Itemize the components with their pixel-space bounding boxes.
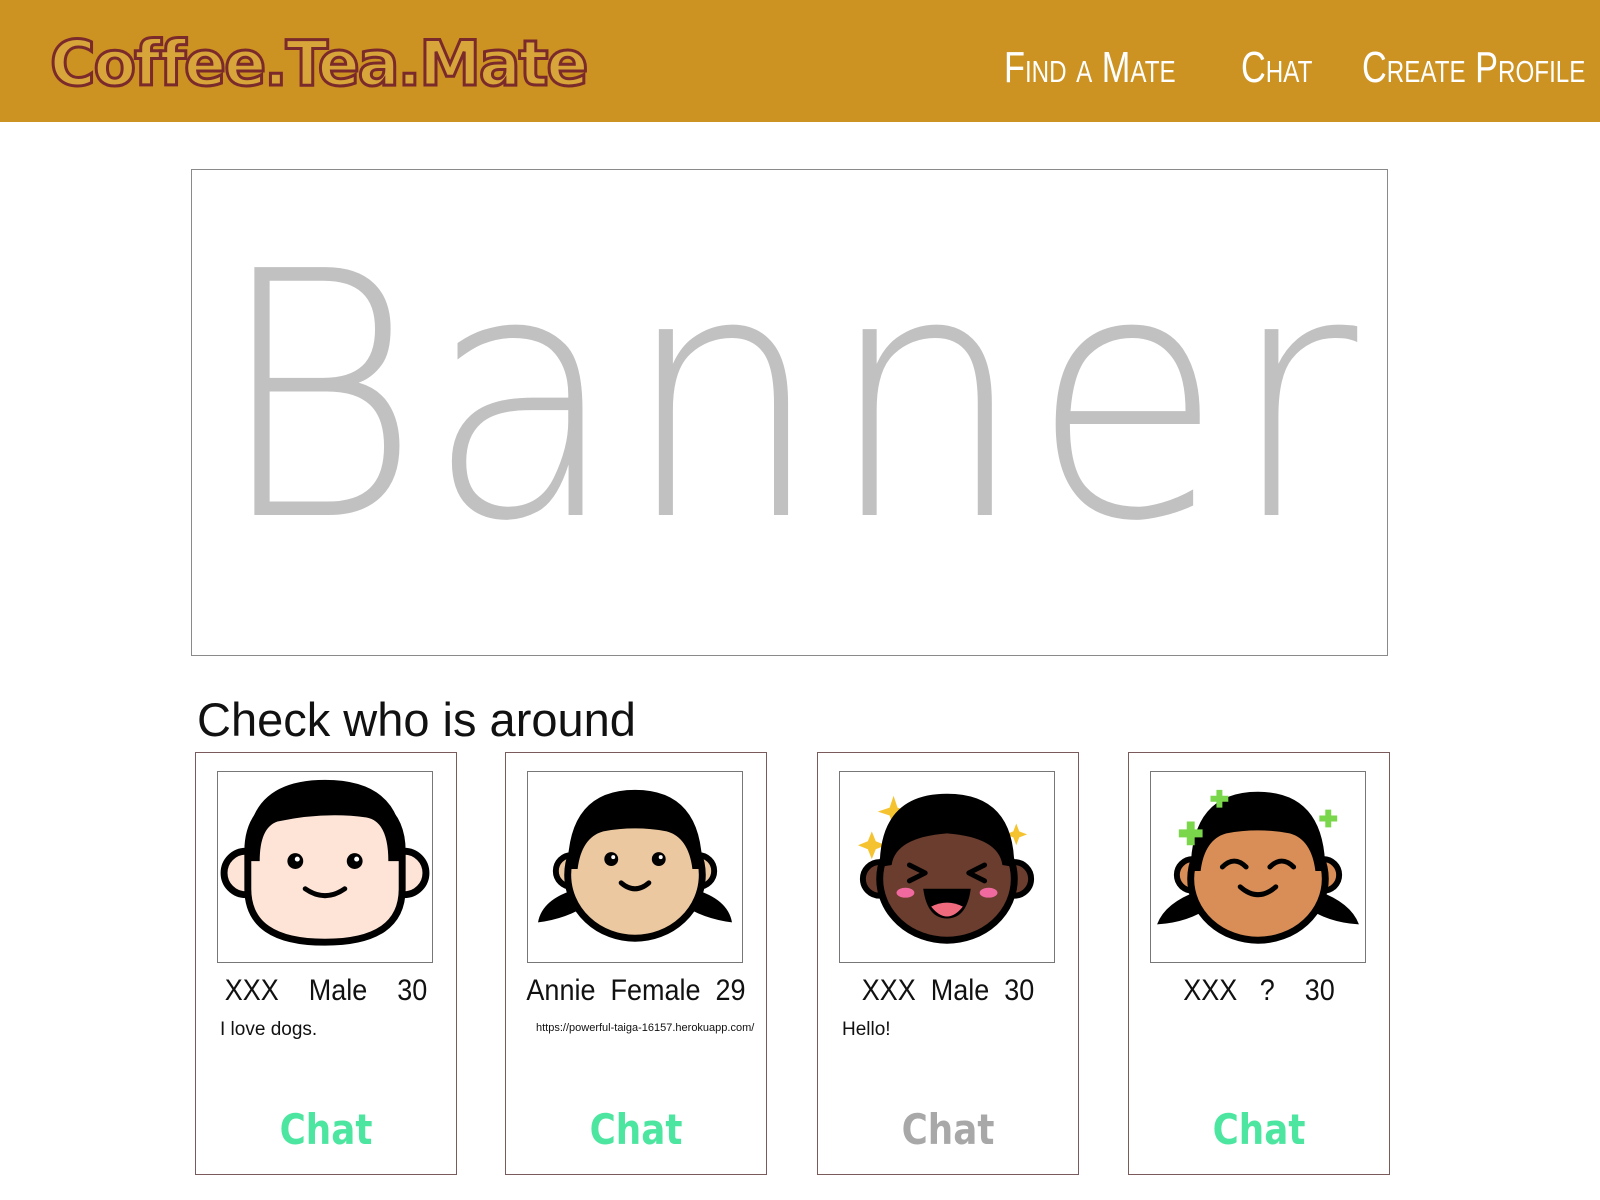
card-bio: I love dogs. xyxy=(220,1019,318,1040)
nav-chat[interactable]: Chat xyxy=(1241,38,1312,98)
laughing-boy-avatar xyxy=(839,771,1055,963)
smiling-girl-avatar xyxy=(1150,771,1366,963)
section-title: Check who is around xyxy=(197,693,636,746)
card-bio: Hello! xyxy=(842,1019,891,1040)
profile-card: XXX ? 30 Chat xyxy=(1128,752,1390,1175)
girl-avatar xyxy=(527,771,743,963)
card-info: XXX Male 30 xyxy=(224,974,428,1007)
card-info: XXX ? 30 xyxy=(1183,974,1335,1007)
profile-card: XXX Male 30 Hello! Chat xyxy=(817,752,1079,1175)
nav-create-profile[interactable]: Create Profile xyxy=(1362,38,1585,98)
card-info: XXX Male 30 xyxy=(861,974,1035,1007)
boy-avatar xyxy=(217,771,433,963)
card-info: Annie Female 29 xyxy=(526,974,746,1007)
card-bio[interactable]: https://powerful-taiga-16157.herokuapp.c… xyxy=(536,1015,756,1041)
site-logo[interactable]: Coffee.Tea.Mate xyxy=(48,20,589,108)
profile-card: Annie Female 29 https://powerful-taiga-1… xyxy=(505,752,767,1175)
chat-button[interactable]: Chat xyxy=(526,1102,747,1158)
banner: Banner xyxy=(191,169,1388,656)
banner-text: Banner xyxy=(215,199,1364,596)
nav-find-a-mate[interactable]: Find a Mate xyxy=(1004,38,1176,98)
top-navigation-bar: Coffee.Tea.Mate Find a Mate Chat Create … xyxy=(0,0,1600,122)
chat-button[interactable]: Chat xyxy=(838,1102,1059,1158)
chat-button[interactable]: Chat xyxy=(216,1102,437,1158)
profile-card: XXX Male 30 I love dogs. Chat xyxy=(195,752,457,1175)
chat-button[interactable]: Chat xyxy=(1149,1102,1370,1158)
